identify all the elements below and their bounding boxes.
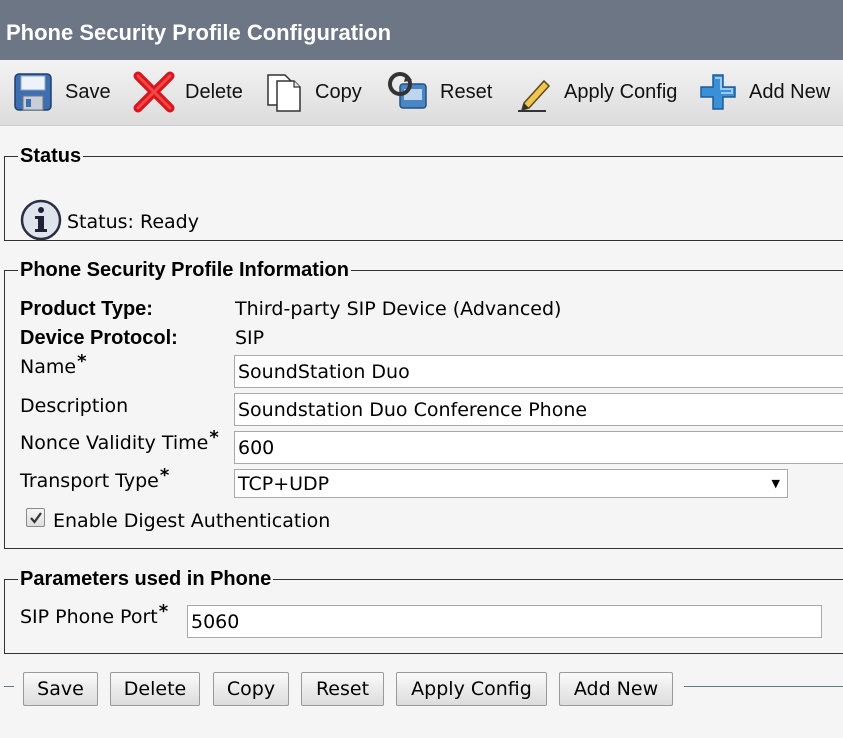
- delete-button[interactable]: Delete: [110, 672, 200, 706]
- copy-icon: [265, 71, 305, 113]
- name-input[interactable]: SoundStation Duo: [234, 355, 843, 388]
- device-protocol-value: SIP: [235, 327, 265, 349]
- product-type-value: Third-party SIP Device (Advanced): [235, 298, 562, 320]
- required-marker: *: [77, 351, 87, 372]
- title-bar: Phone Security Profile Configuration: [0, 0, 843, 60]
- required-marker: *: [209, 427, 219, 448]
- toolbar-reset-button[interactable]: Reset: [386, 68, 492, 116]
- toolbar-reset-label: Reset: [440, 80, 493, 103]
- required-marker: *: [158, 601, 169, 622]
- copy-button[interactable]: Copy: [213, 672, 289, 706]
- device-protocol-label: Device Protocol:: [20, 327, 178, 349]
- transport-type-select[interactable]: TCP+UDP ▼: [234, 469, 788, 498]
- delete-icon: [133, 70, 175, 114]
- toolbar-apply-config-label: Apply Config: [564, 80, 678, 103]
- status-section: Status Status: Ready: [4, 145, 843, 241]
- toolbar-copy-label: Copy: [315, 80, 362, 103]
- toolbar-save-button[interactable]: Save: [13, 68, 111, 116]
- nonce-validity-label: Nonce Validity Time*: [20, 427, 219, 454]
- enable-digest-checkbox[interactable]: [26, 508, 45, 527]
- reset-button[interactable]: Reset: [301, 672, 384, 706]
- toolbar-copy-button[interactable]: Copy: [265, 68, 362, 116]
- status-text: Status: Ready: [67, 211, 199, 233]
- bottom-divider-right: [684, 686, 843, 687]
- sip-phone-port-input[interactable]: 5060: [187, 605, 822, 638]
- toolbar-add-new-label: Add New: [749, 80, 831, 103]
- enable-digest-label: Enable Digest Authentication: [53, 510, 331, 532]
- name-label: Name*: [20, 351, 87, 378]
- toolbar-add-new-button[interactable]: Add New: [697, 68, 830, 116]
- phone-params-legend: Parameters used in Phone: [20, 568, 272, 590]
- bottom-divider-left: [4, 686, 14, 687]
- status-row: Status: Ready: [19, 198, 199, 246]
- description-label: Description: [20, 395, 129, 417]
- dropdown-arrow-icon: ▼: [771, 477, 780, 490]
- toolbar-apply-config-button[interactable]: Apply Config: [516, 68, 677, 116]
- apply-config-button[interactable]: Apply Config: [396, 672, 547, 706]
- apply-config-icon: [516, 71, 554, 113]
- add-new-button[interactable]: Add New: [559, 672, 673, 706]
- transport-type-label: Transport Type*: [20, 465, 170, 492]
- save-button[interactable]: Save: [23, 672, 98, 706]
- info-icon: [19, 198, 63, 246]
- toolbar-delete-button[interactable]: Delete: [133, 68, 243, 116]
- status-legend: Status: [20, 145, 82, 167]
- description-input[interactable]: Soundstation Duo Conference Phone: [234, 393, 843, 426]
- required-marker: *: [159, 465, 170, 486]
- checkmark-icon: [29, 511, 42, 524]
- save-icon: [13, 71, 55, 113]
- toolbar-delete-label: Delete: [185, 80, 243, 103]
- profile-info-legend: Phone Security Profile Information: [20, 259, 349, 281]
- toolbar-save-label: Save: [65, 80, 111, 103]
- page-title: Phone Security Profile Configuration: [6, 20, 392, 45]
- sip-phone-port-label: SIP Phone Port*: [20, 601, 169, 628]
- reset-icon: [386, 70, 430, 114]
- product-type-label: Product Type:: [20, 298, 153, 320]
- toolbar: Save Delete Copy Reset Apply Config Add …: [0, 60, 843, 126]
- nonce-validity-input[interactable]: 600: [234, 431, 843, 464]
- add-new-icon: [697, 71, 739, 113]
